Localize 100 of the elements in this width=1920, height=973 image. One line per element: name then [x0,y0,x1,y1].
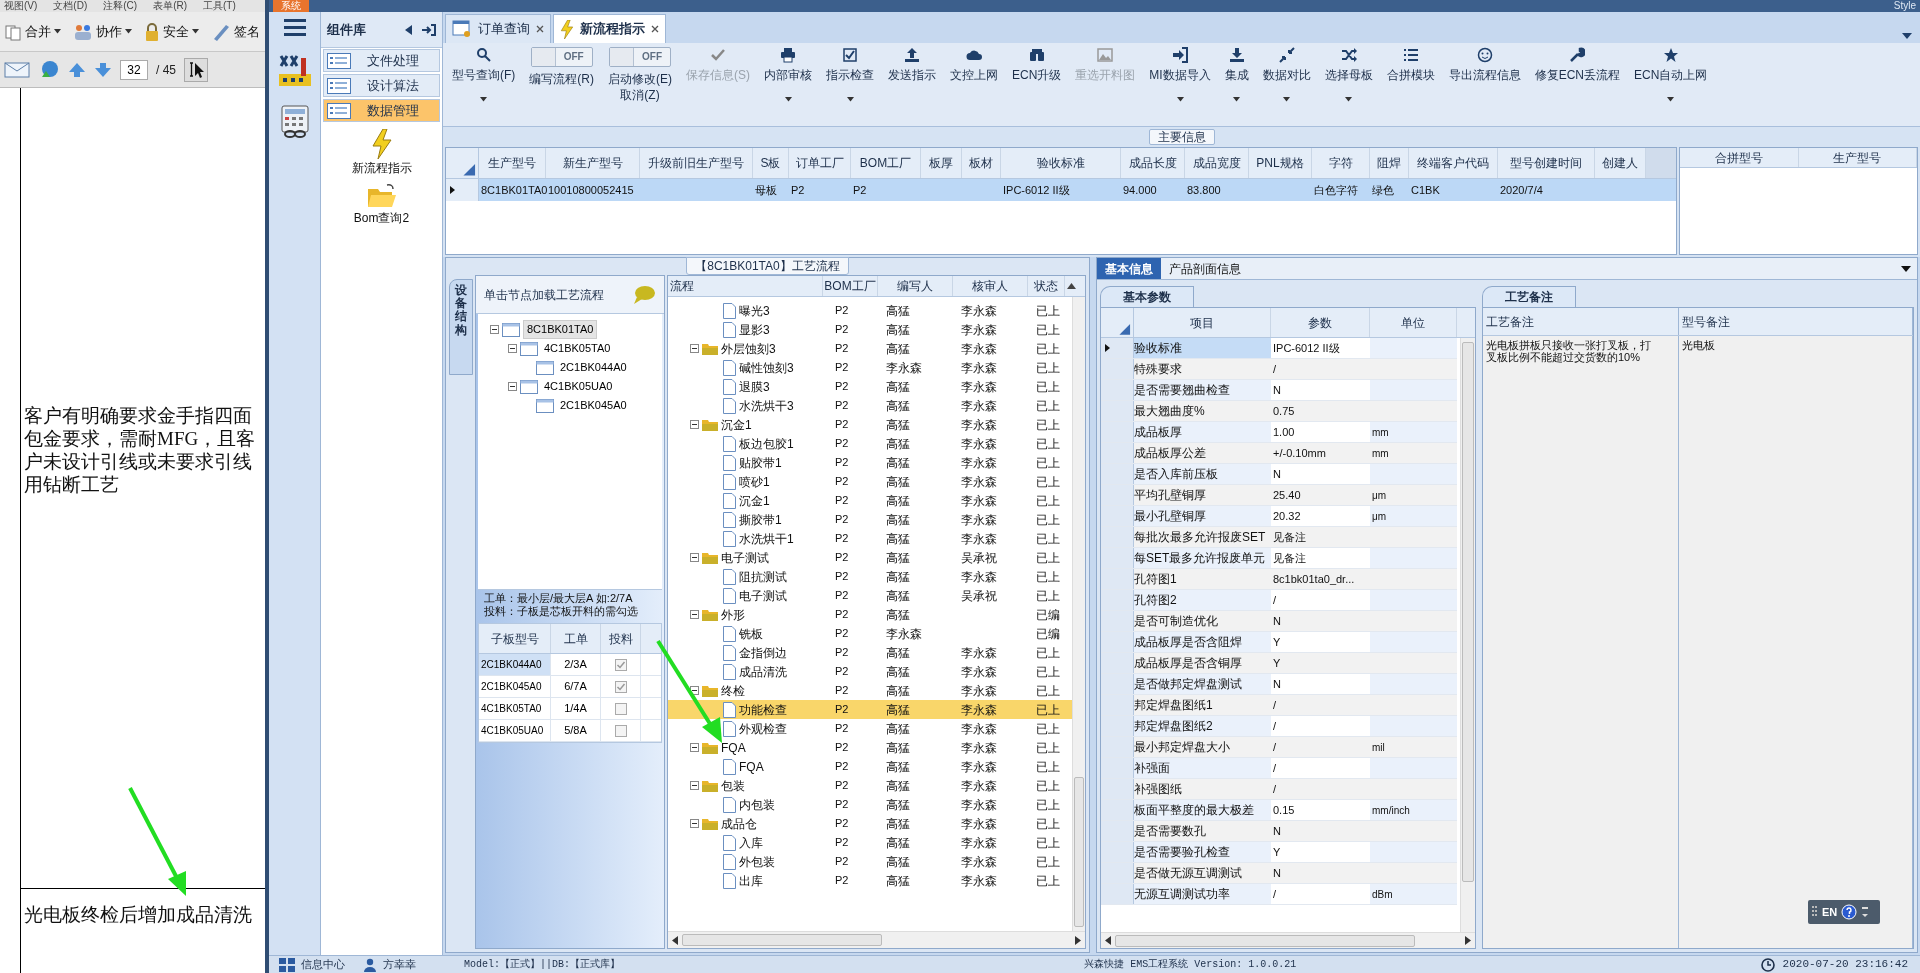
group-item[interactable]: 设计算法 [323,74,440,97]
column-header[interactable]: 合拼型号 [1680,148,1799,167]
table-row[interactable]: 补强图纸 / [1101,779,1457,800]
scroll-left-icon[interactable] [1105,936,1111,945]
table-row[interactable]: 最大翘曲度% 0.75 [1101,401,1457,422]
table-row[interactable]: 是否可制造优化 N [1101,611,1457,632]
collapse-toggle-icon[interactable] [690,553,699,562]
column-header[interactable]: 生产型号 [479,148,546,178]
collapse-icon[interactable] [405,24,412,35]
table-row[interactable]: 外观检查 P2 高猛 李永森 已上 [668,719,1072,738]
table-row[interactable]: 成品板厚是否含铜厚 Y [1101,653,1457,674]
table-row[interactable]: 2C1BK044A0 2/3A [479,654,661,676]
ribbon-button[interactable]: 选择母板 [1317,47,1380,125]
table-row[interactable]: FQA P2 高猛 李永森 已上 [668,757,1072,776]
table-row[interactable]: 孔符图1 8c1bk01ta0_dr... [1101,569,1457,590]
table-row[interactable]: 入库 P2 高猛 李永森 已上 [668,833,1072,852]
table-row[interactable]: 功能检查 P2 高猛 李永森 已上 [668,700,1072,719]
toggle-switch[interactable]: OFF 启动修改(E) 取消(Z) [601,47,679,125]
table-row[interactable]: 是否入库前压板 N [1101,464,1457,485]
menu-item[interactable]: 注释(C) [103,0,138,12]
ribbon-button[interactable]: 导出流程信息 [1441,47,1528,125]
table-row[interactable]: 是否做邦定焊盘测试 N [1101,674,1457,695]
checkbox[interactable] [614,724,627,737]
table-row[interactable]: 4C1BK05TA0 1/4A [479,698,661,720]
collapse-toggle-icon[interactable] [508,382,517,391]
table-row[interactable]: 验收标准 IPC-6012 II级 [1101,338,1457,359]
collapse-toggle-icon[interactable] [508,344,517,353]
table-row[interactable]: 水洗烘干3 P2 高猛 李永森 已上 [668,396,1072,415]
collapse-toggle-icon[interactable] [690,743,699,752]
menu-item[interactable]: 工具(T) [203,0,236,12]
column-header[interactable]: 工艺备注 [1483,308,1679,335]
status-item[interactable]: 信息中心 [279,956,345,973]
collapse-toggle-icon[interactable] [490,325,499,334]
table-row[interactable]: 8C1BK01TA010010800052415 母板 P2 P2 IPC-6012 II级 94.000 83.800 白色字符 绿色 C1BK 2020/7/4 [446,179,1676,201]
table-row[interactable]: 成品板厚是否含阻焊 Y [1101,632,1457,653]
tool-item[interactable]: 新流程指示 [321,129,442,177]
table-row[interactable]: 曝光3 P2 高猛 李永森 已上 [668,301,1072,320]
tree-node[interactable]: 4C1BK05UA0 [541,378,616,395]
tab[interactable]: 工艺备注 [1482,286,1576,307]
column-header[interactable]: 验收标准 [1001,148,1121,178]
table-row[interactable]: 喷砂1 P2 高猛 李永森 已上 [668,472,1072,491]
table-row[interactable]: 铣板 P2 李永森 已编 [668,624,1072,643]
dropdown-icon[interactable] [1902,33,1912,39]
tree-node[interactable]: 2C1BK045A0 [557,397,630,414]
column-header[interactable]: 阻焊 [1370,148,1409,178]
table-row[interactable]: 内包装 P2 高猛 李永森 已上 [668,795,1072,814]
collapse-toggle-icon[interactable] [690,420,699,429]
status-item[interactable]: 方幸幸 [363,956,416,973]
table-row[interactable]: 无源互调测试功率 / dBm [1101,884,1457,905]
table-row[interactable]: 是否需要数孔 N [1101,821,1457,842]
table-row[interactable]: FQA P2 高猛 李永森 已上 [668,738,1072,757]
table-row[interactable]: 补强面 / [1101,758,1457,779]
table-row[interactable]: 撕胶带1 P2 高猛 李永森 已上 [668,510,1072,529]
table-row[interactable]: 电子测试 P2 高猛 吴承祝 已上 [668,586,1072,605]
toolbar-button[interactable]: 签名 [211,21,260,42]
scrollbar-thumb[interactable] [1462,342,1474,882]
column-header[interactable]: 核审人 [953,276,1028,296]
column-header[interactable]: 状态 [1028,276,1065,296]
envelope-icon[interactable] [4,60,30,79]
text-select-icon[interactable] [184,57,208,82]
ribbon-button[interactable]: 修复ECN丢流程 [1527,47,1628,125]
table-row[interactable]: 是否需要验孔检查 Y [1101,842,1457,863]
column-header[interactable]: 板材 [962,148,1001,178]
column-header[interactable]: 型号创建时间 [1498,148,1595,178]
close-icon[interactable] [651,25,659,33]
column-header[interactable]: 升级前旧生产型号 [640,148,753,178]
page-number-field[interactable]: 32 [120,59,148,80]
table-row[interactable]: 碱性蚀刻3 P2 李永森 李永森 已上 [668,358,1072,377]
toolbar-button[interactable]: 合并 [4,21,61,42]
ribbon-button[interactable]: 内部审核 [757,47,819,125]
table-row[interactable]: 每SET最多允许报废单元 见备注 [1101,548,1457,569]
ribbon-button[interactable]: 集成 [1217,47,1256,125]
options-icon[interactable] [1861,905,1870,919]
column-header[interactable]: 工单 [551,624,601,653]
table-row[interactable]: 每批次最多允许报废SET 见备注 [1101,527,1457,548]
tab[interactable]: 基本参数 [1100,286,1194,307]
table-row[interactable]: 孔符图2 / [1101,590,1457,611]
collapse-toggle-icon[interactable] [690,686,699,695]
menu-item[interactable]: 视图(V) [4,0,38,12]
table-row[interactable]: 出库 P2 高猛 李永森 已上 [668,871,1072,890]
dropdown-icon[interactable] [1901,265,1911,272]
ribbon-button[interactable]: 发送指示 [881,47,943,125]
table-row[interactable]: 沉金1 P2 高猛 李永森 已上 [668,491,1072,510]
tab[interactable]: 基本信息 [1097,258,1161,279]
column-header[interactable]: 成品长度 [1121,148,1185,178]
column-header[interactable]: 板厚 [921,148,962,178]
down-arrow-icon[interactable] [94,60,112,79]
table-row[interactable]: 外形 P2 高猛 已编 [668,605,1072,624]
column-header[interactable]: 订单工厂 [789,148,851,178]
column-header[interactable]: 子板型号 [479,624,551,653]
table-row[interactable]: 2C1BK045A0 6/7A [479,676,661,698]
table-row[interactable]: 成品板厚公差 +/-0.10mm mm [1101,443,1457,464]
table-row[interactable]: 最小孔壁铜厚 20.32 μm [1101,506,1457,527]
table-row[interactable]: 4C1BK05UA0 5/8A [479,720,661,742]
tree-node[interactable]: 4C1BK05TA0 [541,340,614,357]
ribbon-button[interactable]: 合拼模块 [1379,47,1442,125]
checkbox[interactable] [614,680,627,693]
column-header[interactable]: PNL规格 [1249,148,1312,178]
column-header[interactable]: 项目 [1134,308,1271,337]
ribbon-button[interactable]: 数据对比 [1255,47,1318,125]
